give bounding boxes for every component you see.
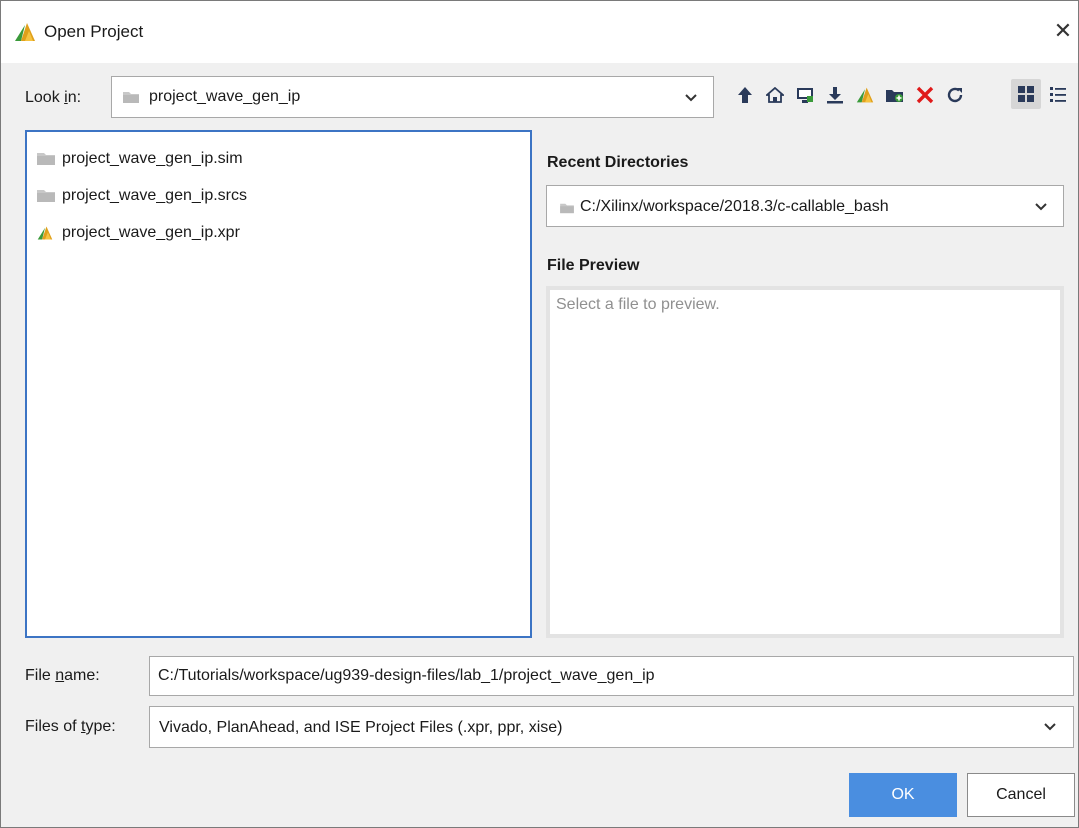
title-bar[interactable]: Open Project ✕	[1, 1, 1078, 63]
recent-directories-value: C:/Xilinx/workspace/2018.3/c-callable_ba…	[580, 198, 889, 215]
recent-directories-combobox[interactable]: C:/Xilinx/workspace/2018.3/c-callable_ba…	[546, 185, 1064, 227]
list-view-icon[interactable]	[1043, 79, 1073, 109]
recent-directories-label: Recent Directories	[547, 154, 689, 171]
look-in-label: Look in:	[25, 89, 82, 106]
refresh-icon[interactable]	[943, 81, 967, 109]
download-icon[interactable]	[823, 81, 847, 109]
up-folder-icon[interactable]	[733, 81, 757, 109]
file-type-label: Files of type:	[25, 718, 116, 735]
delete-icon[interactable]	[913, 81, 937, 109]
file-name: project_wave_gen_ip.sim	[62, 150, 243, 167]
vivado-project-icon[interactable]	[853, 81, 877, 109]
list-item[interactable]: project_wave_gen_ip.srcs	[36, 184, 247, 208]
preview-placeholder: Select a file to preview.	[556, 296, 720, 313]
folder-icon	[36, 188, 56, 204]
folder-icon	[36, 151, 56, 167]
chevron-down-icon[interactable]	[1043, 720, 1057, 734]
file-type-value: Vivado, PlanAhead, and ISE Project Files…	[159, 719, 563, 736]
file-name: project_wave_gen_ip.xpr	[62, 224, 240, 241]
vivado-project-icon	[36, 225, 56, 241]
look-in-combobox[interactable]: project_wave_gen_ip	[111, 76, 714, 118]
desktop-icon[interactable]	[793, 81, 817, 109]
file-name: project_wave_gen_ip.srcs	[62, 187, 247, 204]
open-project-dialog: Open Project ✕ Look in: project_wave_gen…	[0, 0, 1079, 828]
file-name-field[interactable]	[149, 656, 1074, 696]
file-list[interactable]: project_wave_gen_ip.sim project_wave_gen…	[25, 130, 532, 638]
chevron-down-icon[interactable]	[684, 91, 698, 105]
file-preview-pane: Select a file to preview.	[546, 286, 1064, 638]
folder-icon	[559, 201, 575, 219]
ok-button[interactable]: OK	[849, 773, 957, 817]
look-in-value: project_wave_gen_ip	[149, 88, 301, 105]
file-type-combobox[interactable]: Vivado, PlanAhead, and ISE Project Files…	[149, 706, 1074, 748]
file-name-label: File name:	[25, 667, 100, 684]
list-item[interactable]: project_wave_gen_ip.sim	[36, 147, 243, 171]
home-icon[interactable]	[763, 81, 787, 109]
new-folder-icon[interactable]	[883, 81, 907, 109]
folder-icon	[122, 90, 140, 109]
chevron-down-icon[interactable]	[1034, 200, 1048, 214]
list-item[interactable]: project_wave_gen_ip.xpr	[36, 221, 240, 245]
grid-view-icon[interactable]	[1011, 79, 1041, 109]
cancel-button[interactable]: Cancel	[967, 773, 1075, 817]
file-preview-label: File Preview	[547, 257, 640, 274]
dialog-title: Open Project	[44, 22, 144, 41]
close-icon[interactable]: ✕	[1051, 19, 1075, 43]
vivado-logo-icon	[13, 21, 37, 43]
